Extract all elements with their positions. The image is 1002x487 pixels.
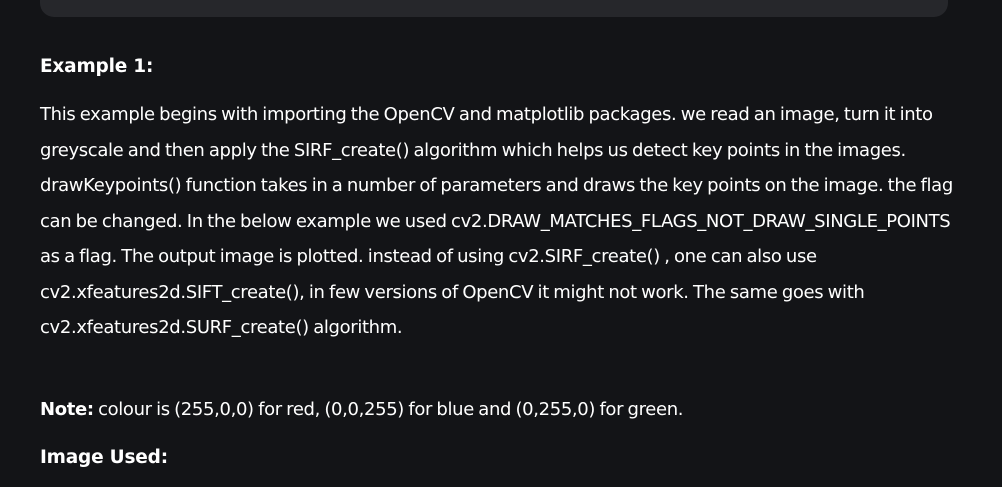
image-used-heading: Image Used: (40, 447, 168, 468)
example-description: This example begins with importing the O… (40, 104, 953, 338)
note-paragraph: Note: colour is (255,0,0) for red, (0,0,… (40, 394, 683, 426)
note-label: Note: (40, 399, 94, 420)
note-text: colour is (255,0,0) for red, (0,0,255) f… (93, 399, 684, 420)
example-heading: Example 1: (40, 56, 154, 77)
code-block-container (40, 0, 948, 17)
